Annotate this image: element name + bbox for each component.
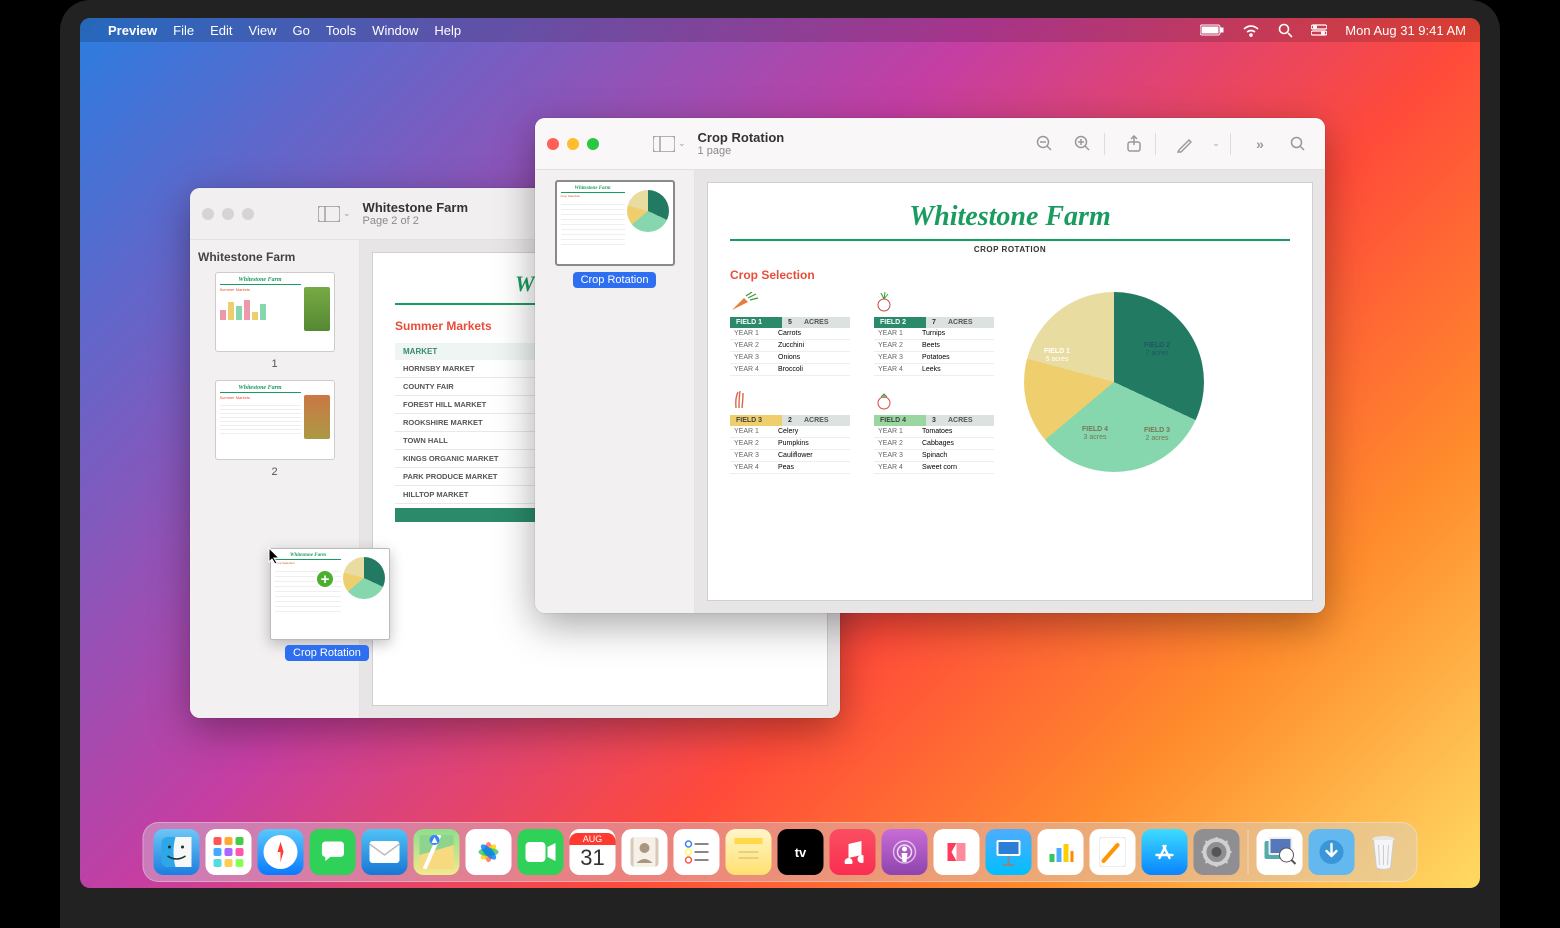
section-crop-selection: Crop Selection bbox=[730, 268, 1290, 282]
dock-preview[interactable] bbox=[1257, 829, 1303, 875]
dock-keynote[interactable] bbox=[986, 829, 1032, 875]
field-2-table: FIELD 27ACRES YEAR 1Turnips YEAR 2Beets … bbox=[874, 292, 994, 376]
dock-settings[interactable] bbox=[1194, 829, 1240, 875]
dock-pages[interactable] bbox=[1090, 829, 1136, 875]
dock-launchpad[interactable] bbox=[206, 829, 252, 875]
menubar-go[interactable]: Go bbox=[292, 23, 309, 38]
search-button[interactable] bbox=[1283, 129, 1313, 159]
doc-subtitle: CROP ROTATION bbox=[730, 245, 1290, 254]
thumb-label-crop: Crop Rotation bbox=[573, 272, 657, 288]
field-tables: FIELD 15ACRES YEAR 1Carrots YEAR 2Zucchi… bbox=[730, 292, 994, 474]
sidebar-title-back: Whitestone Farm bbox=[198, 250, 351, 264]
dock-separator bbox=[1248, 830, 1249, 874]
thumb-label-1: 1 bbox=[198, 358, 351, 370]
menubar-help[interactable]: Help bbox=[434, 23, 461, 38]
wifi-icon[interactable] bbox=[1242, 24, 1260, 37]
thumb-page-1[interactable]: Whitestone FarmSummer Markets bbox=[215, 272, 335, 352]
zoom-out-button[interactable] bbox=[1030, 129, 1060, 159]
drag-label: Crop Rotation bbox=[285, 645, 369, 661]
sidebar-toggle-back[interactable]: ⌄ bbox=[318, 206, 351, 222]
drag-thumbnail[interactable]: Whitestone FarmCrop Selection + Crop Rot… bbox=[270, 548, 390, 640]
celery-icon bbox=[730, 390, 750, 410]
control-center-icon[interactable] bbox=[1311, 24, 1327, 36]
menubar-edit[interactable]: Edit bbox=[210, 23, 232, 38]
dock-messages[interactable] bbox=[310, 829, 356, 875]
share-button[interactable] bbox=[1119, 129, 1149, 159]
menubar-view[interactable]: View bbox=[249, 23, 277, 38]
dock: AUG31 tv bbox=[143, 822, 1418, 882]
dock-numbers[interactable] bbox=[1038, 829, 1084, 875]
desktop-screen: Preview File Edit View Go Tools Window H… bbox=[80, 18, 1480, 888]
dock-photos[interactable] bbox=[466, 829, 512, 875]
dock-maps[interactable] bbox=[414, 829, 460, 875]
menubar-app[interactable]: Preview bbox=[108, 23, 157, 38]
dock-finder[interactable] bbox=[154, 829, 200, 875]
menubar-window[interactable]: Window bbox=[372, 23, 418, 38]
spotlight-icon[interactable] bbox=[1278, 23, 1293, 38]
thumb-label-2: 2 bbox=[198, 466, 351, 478]
thumb-page-2[interactable]: Whitestone FarmSummer Markets bbox=[215, 380, 335, 460]
markup-dropdown[interactable]: ⌄ bbox=[1208, 129, 1224, 159]
doc-rule bbox=[730, 239, 1290, 241]
thumb-crop-rotation[interactable]: Whitestone FarmCrop Selection bbox=[555, 180, 675, 266]
window-subtitle-front: 1 page bbox=[698, 145, 785, 157]
field-1-table: FIELD 15ACRES YEAR 1Carrots YEAR 2Zucchi… bbox=[730, 292, 850, 376]
page-front: Whitestone Farm CROP ROTATION Crop Selec… bbox=[707, 182, 1313, 601]
close-button-inactive[interactable] bbox=[202, 208, 214, 220]
sidebar-front: Whitestone FarmCrop Selection Crop Rotat… bbox=[535, 170, 695, 613]
page-area-front[interactable]: Whitestone Farm CROP ROTATION Crop Selec… bbox=[695, 170, 1325, 613]
battery-icon[interactable] bbox=[1200, 24, 1224, 36]
dock-mail[interactable] bbox=[362, 829, 408, 875]
titlebar-front[interactable]: ⌄ Crop Rotation 1 page ⌄ » bbox=[535, 118, 1325, 170]
zoom-button[interactable] bbox=[587, 138, 599, 150]
zoom-button-inactive[interactable] bbox=[242, 208, 254, 220]
dock-tv[interactable]: tv bbox=[778, 829, 824, 875]
traffic-lights-front[interactable] bbox=[547, 138, 599, 150]
cursor-icon bbox=[268, 547, 282, 565]
tomato-icon bbox=[874, 390, 894, 410]
dock-notes[interactable] bbox=[726, 829, 772, 875]
dock-reminders[interactable] bbox=[674, 829, 720, 875]
menubar: Preview File Edit View Go Tools Window H… bbox=[80, 18, 1480, 42]
markup-button[interactable] bbox=[1170, 129, 1200, 159]
pie-chart: FIELD 15 acres FIELD 27 acres FIELD 32 a… bbox=[1024, 292, 1204, 474]
title-block-front: Crop Rotation 1 page bbox=[698, 130, 785, 157]
dock-calendar[interactable]: AUG31 bbox=[570, 829, 616, 875]
dock-news[interactable] bbox=[934, 829, 980, 875]
dock-facetime[interactable] bbox=[518, 829, 564, 875]
close-button[interactable] bbox=[547, 138, 559, 150]
menubar-file[interactable]: File bbox=[173, 23, 194, 38]
dock-music[interactable] bbox=[830, 829, 876, 875]
minimize-button[interactable] bbox=[567, 138, 579, 150]
field-4-table: FIELD 43ACRES YEAR 1Tomatoes YEAR 2Cabba… bbox=[874, 390, 994, 474]
zoom-in-button[interactable] bbox=[1068, 129, 1098, 159]
doc-title: Whitestone Farm bbox=[730, 201, 1290, 233]
window-title-front: Crop Rotation bbox=[698, 130, 785, 145]
traffic-lights-back[interactable] bbox=[202, 208, 254, 220]
minimize-button-inactive[interactable] bbox=[222, 208, 234, 220]
carrot-icon bbox=[730, 292, 760, 312]
plus-badge-icon: + bbox=[315, 569, 335, 589]
overflow-button[interactable]: » bbox=[1245, 129, 1275, 159]
window-subtitle-back: Page 2 of 2 bbox=[363, 215, 468, 227]
field-3-table: FIELD 32ACRES YEAR 1Celery YEAR 2Pumpkin… bbox=[730, 390, 850, 474]
menubar-tools[interactable]: Tools bbox=[326, 23, 356, 38]
dock-podcasts[interactable] bbox=[882, 829, 928, 875]
dock-downloads[interactable] bbox=[1309, 829, 1355, 875]
dock-contacts[interactable] bbox=[622, 829, 668, 875]
beet-icon bbox=[874, 292, 898, 312]
sidebar-toggle-front[interactable]: ⌄ bbox=[653, 136, 686, 152]
window-title-back: Whitestone Farm bbox=[363, 200, 468, 215]
menubar-clock[interactable]: Mon Aug 31 9:41 AM bbox=[1345, 23, 1466, 38]
dock-trash[interactable] bbox=[1361, 829, 1407, 875]
preview-window-crop-rotation: ⌄ Crop Rotation 1 page ⌄ » Whitestone Fa… bbox=[535, 118, 1325, 613]
title-block-back: Whitestone Farm Page 2 of 2 bbox=[363, 200, 468, 227]
dock-appstore[interactable] bbox=[1142, 829, 1188, 875]
dock-safari[interactable] bbox=[258, 829, 304, 875]
